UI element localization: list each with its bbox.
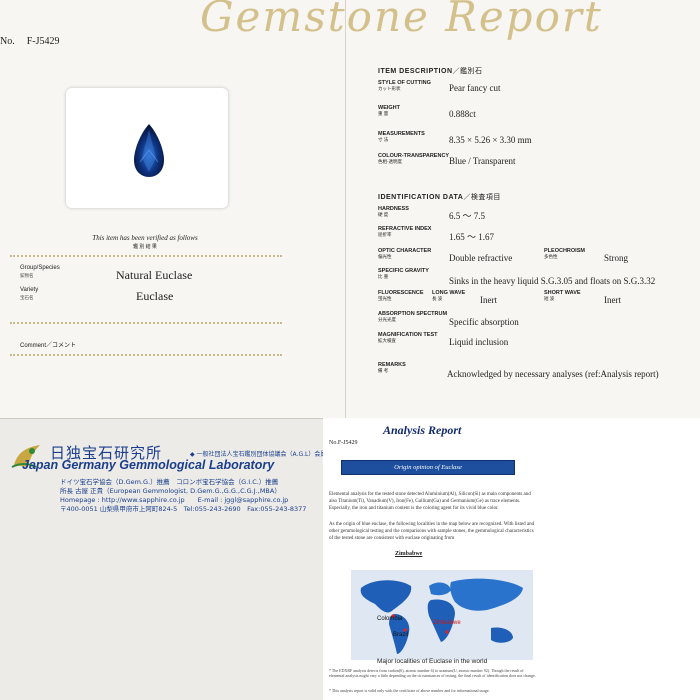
gem-photo [134, 124, 164, 177]
ident-heading: IDENTIFICATION DATA／検査項目 [378, 194, 501, 201]
analysis-paragraph-2: As the origin of blue euclase, the follo… [329, 522, 535, 541]
variety-label: Variety 宝石名 [20, 287, 39, 300]
world-map-graphic: Colombia Brazil Zimbabwe [351, 570, 533, 660]
lab-name-en: Japan Germany Gemmological Laboratory [22, 458, 275, 472]
absorption-value: Specific absorption [449, 317, 519, 327]
report-number: No. F-J5429 [0, 36, 60, 47]
origin-value: Zimbabwe [395, 551, 423, 557]
lab-association: ◆ 一般社団法人宝石鑑別団体協議会（A.G.L）会員 [190, 451, 327, 458]
world-map: Colombia Brazil Zimbabwe [351, 570, 533, 660]
lab-address: 〒400-0051 山梨県甲府市上阿町824-5 Tel:055-243-269… [60, 505, 307, 513]
colour-label: COLOUR-TRANSPARENCY 色相·透明度 [378, 153, 450, 164]
cutting-value: Pear fancy cut [449, 83, 501, 93]
analysis-number: No.F-J5429 [329, 440, 358, 446]
magnification-value: Liquid inclusion [449, 337, 509, 347]
association-icon: ◆ [190, 451, 195, 458]
map-label-colombia: Colombia [377, 616, 403, 622]
analysis-report: Analysis Report No.F-J5429 Origin opinio… [323, 418, 700, 700]
verify-statement: This item has been verified as follows 鑑… [60, 234, 230, 250]
remarks-value: Acknowledged by necessary analyses (ref:… [447, 369, 659, 379]
colour-value: Blue / Transparent [449, 156, 516, 166]
optic-label: OPTIC CHARACTER 偏光性 [378, 248, 432, 259]
variety-value: Euclase [136, 289, 174, 303]
weight-label: WEIGHT 重 量 [378, 105, 400, 116]
refractive-value: 1.65 〜 1.67 [449, 232, 495, 242]
map-label-zimbabwe: Zimbabwe [433, 620, 461, 626]
analysis-footnote-2: * This analysis report is valid only wit… [329, 688, 490, 693]
fold-line [345, 0, 346, 418]
short-wave-label: SHORT WAVE 短 波 [544, 290, 581, 301]
verify-text-jp: 鑑 別 結 果 [133, 245, 157, 250]
verify-text: This item has been verified as follows [92, 234, 198, 242]
refractive-label: REFRACTIVE INDEX 屈折率 [378, 226, 432, 237]
gravity-value: Sinks in the heavy liquid S.G.3.05 and f… [449, 276, 656, 286]
report-number-label: No. [0, 36, 15, 47]
report-number-value: F-J5429 [26, 36, 60, 47]
remarks-label: REMARKS 備 考 [378, 362, 406, 373]
divider-top [10, 255, 282, 257]
analysis-paragraph-1: Elemental analysis for the tested stone … [329, 492, 531, 511]
map-label-brazil: Brazil [393, 632, 408, 638]
map-marker-zimbabwe [445, 630, 449, 634]
pleochroism-label: PLEOCHROISM 多色性 [544, 248, 585, 259]
weight-value: 0.888ct [449, 109, 476, 119]
magnification-label: MAGNIFICATION TEST 拡大検査 [378, 332, 438, 343]
report-title: Gemstone Report [200, 0, 603, 41]
divider-mid [10, 322, 282, 324]
pleochroism-value: Strong [604, 253, 629, 263]
analysis-footnote-1: * The EDXRF analysis detects from carbon… [329, 668, 536, 678]
fluorescence-label: FLUORESCENCE 蛍光性 [378, 290, 424, 301]
long-wave-label: LONG WAVE 長 波 [432, 290, 466, 301]
optic-value: Double refractive [449, 253, 513, 263]
absorption-label: ABSORPTION SPECTRUM 分光光度 [378, 311, 448, 322]
comment-label: Comment／コメント [20, 343, 77, 349]
analysis-title: Analysis Report [383, 423, 462, 437]
hardness-label: HARDNESS 硬 度 [378, 206, 409, 217]
divider-comment [10, 354, 282, 356]
origin-opinion-bar: Origin opinion of Euclase [341, 460, 515, 475]
short-wave-value: Inert [604, 295, 621, 305]
map-caption: Major localities of Euclase in the world [377, 658, 488, 665]
gem-photo-frame [66, 88, 228, 208]
cutting-label: STYLE OF CUTTING カット形状 [378, 80, 431, 91]
group-value: Natural Euclase [116, 268, 193, 282]
gemstone-report-sheet: Gemstone Report No. F-J5429 This item has… [0, 0, 700, 419]
group-label: Group/Species 鉱物名 [20, 265, 60, 278]
measurements-label: MEASUREMENTS 寸 法 [378, 131, 425, 142]
measurements-value: 8.35 × 5.26 × 3.30 mm [449, 135, 532, 145]
hardness-value: 6.5 〜 7.5 [449, 211, 486, 221]
long-wave-value: Inert [480, 295, 497, 305]
item-heading: ITEM DESCRIPTION／鑑別石 [378, 68, 483, 75]
gravity-label: SPECIFIC GRAVITY 比 重 [378, 268, 429, 279]
